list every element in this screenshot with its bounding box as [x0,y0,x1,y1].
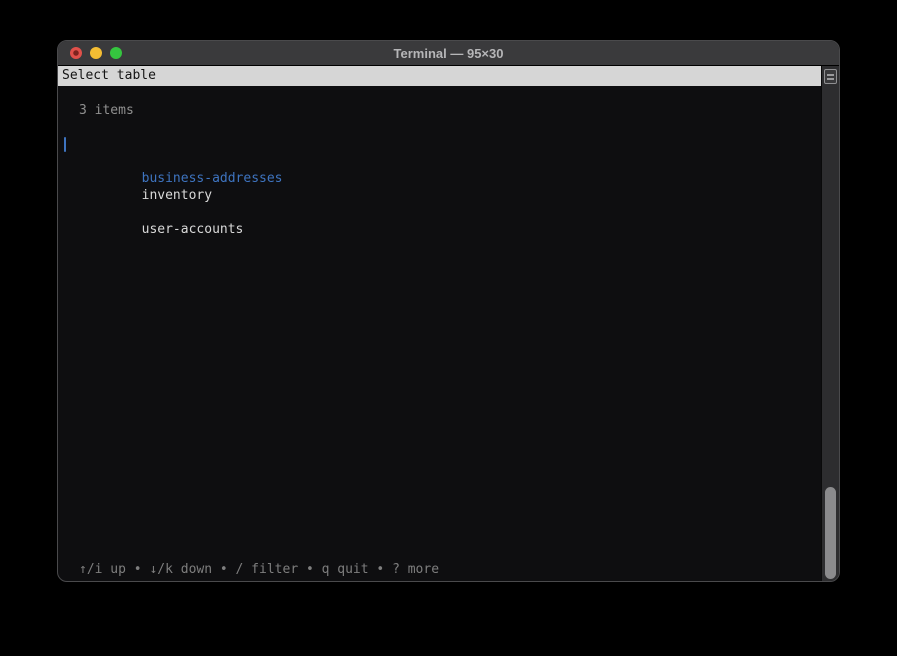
titlebar[interactable]: Terminal — 95×30 [58,41,839,66]
split-pane-icon [827,78,834,80]
terminal-content: Select table 3 items business-addresses … [58,66,839,581]
traffic-lights [70,47,122,59]
close-button[interactable] [70,47,82,59]
selection-cursor [64,137,66,152]
desktop: Terminal — 95×30 Select table 3 items bu… [0,0,897,656]
scrollbar-track[interactable] [821,66,839,581]
item-count-status: 3 items [58,102,821,119]
list-item-user-accounts[interactable]: user-accounts [58,204,821,221]
list-item-inventory[interactable]: inventory [58,170,821,187]
list-title-bar: Select table [58,66,821,86]
scrollbar-thumb[interactable] [825,487,836,579]
minimize-button[interactable] [90,47,102,59]
terminal-window: Terminal — 95×30 Select table 3 items bu… [57,40,840,582]
split-pane-icon [827,74,834,76]
split-pane-button[interactable] [824,69,837,84]
list-item-label: inventory [142,188,212,203]
list-item-label: user-accounts [142,222,244,237]
list-item-business-addresses[interactable]: business-addresses [58,136,821,153]
zoom-button[interactable] [110,47,122,59]
window-title: Terminal — 95×30 [58,41,839,66]
help-bar: ↑/i up • ↓/k down • / filter • q quit • … [58,561,821,578]
